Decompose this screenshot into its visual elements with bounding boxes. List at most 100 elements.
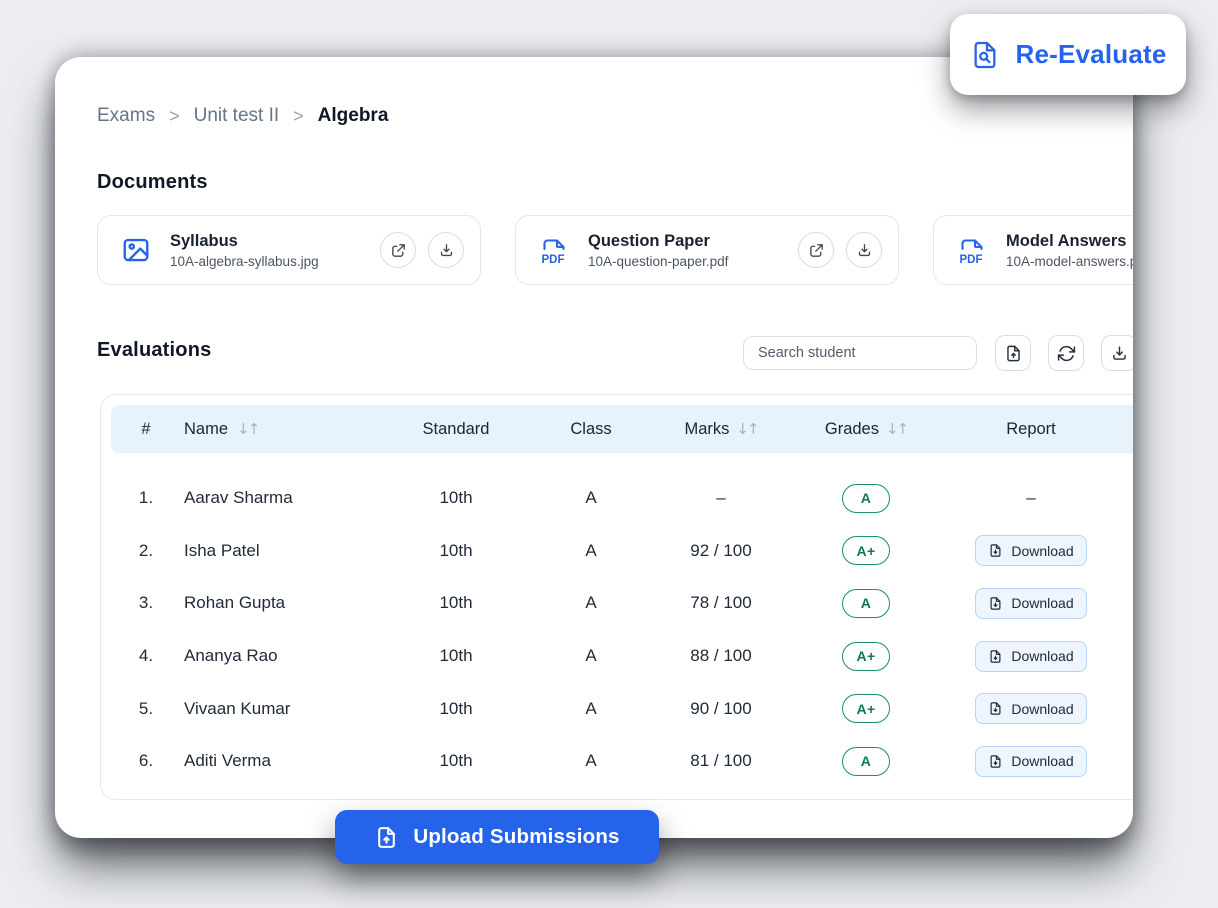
cell-marks: 88 / 100 <box>651 646 791 666</box>
column-header-index: # <box>111 420 181 439</box>
cell-marks: 90 / 100 <box>651 699 791 719</box>
download-report-label: Download <box>1011 701 1073 717</box>
column-header-standard: Standard <box>381 420 531 439</box>
chevron-right-icon: > <box>169 106 180 127</box>
grade-badge: A+ <box>842 536 890 565</box>
upload-file-button[interactable] <box>995 335 1031 371</box>
cell-class: A <box>531 488 651 508</box>
column-header-marks[interactable]: Marks ↓↑ <box>651 420 791 439</box>
external-link-icon <box>808 242 825 259</box>
cell-name: Rohan Gupta <box>181 593 381 613</box>
open-document-button[interactable] <box>380 232 416 268</box>
evaluations-section-title: Evaluations <box>97 339 211 362</box>
document-actions <box>798 232 882 268</box>
cell-class: A <box>531 541 651 561</box>
refresh-button[interactable] <box>1048 335 1084 371</box>
cell-marks: 92 / 100 <box>651 541 791 561</box>
document-meta: Model Answers 10A-model-answers.pdf <box>1006 232 1133 269</box>
table-row: 3. Rohan Gupta 10th A 78 / 100 A <box>111 577 1133 630</box>
table-row: 4. Ananya Rao 10th A 88 / 100 A+ <box>111 630 1133 683</box>
upload-submissions-button[interactable]: Upload Submissions <box>335 810 659 864</box>
cell-index: 6. <box>111 751 181 771</box>
cell-standard: 10th <box>381 541 531 561</box>
breadcrumb: Exams > Unit test II > Algebra <box>97 105 388 127</box>
grade-badge: A <box>842 589 890 618</box>
cell-standard: 10th <box>381 646 531 666</box>
cell-index: 5. <box>111 699 181 719</box>
document-search-icon <box>969 39 1001 71</box>
sort-arrows-icon[interactable]: ↓↑ <box>237 420 258 438</box>
cell-marks: – <box>651 488 791 508</box>
documents-section-title: Documents <box>97 171 208 194</box>
column-header-grades[interactable]: Grades ↓↑ <box>791 420 941 439</box>
sort-arrows-icon[interactable]: ↓↑ <box>886 420 907 438</box>
table-row: 5. Vivaan Kumar 10th A 90 / 100 A+ <box>111 682 1133 735</box>
cell-report-empty: – <box>1026 488 1035 508</box>
download-icon <box>856 242 873 259</box>
evaluations-table: # Name ↓↑ Standard Class Marks ↓↑ Grades… <box>100 394 1133 800</box>
download-report-all-button[interactable] <box>1101 335 1133 371</box>
breadcrumb-exams[interactable]: Exams <box>97 105 155 127</box>
download-report-label: Download <box>1011 753 1073 769</box>
document-card-model-answers: PDF Model Answers 10A-model-answers.pdf <box>933 215 1133 285</box>
document-meta: Question Paper 10A-question-paper.pdf <box>588 232 788 269</box>
sort-arrows-icon[interactable]: ↓↑ <box>736 420 757 438</box>
download-report-button[interactable]: Download <box>975 693 1086 724</box>
cell-standard: 10th <box>381 751 531 771</box>
grade-badge: A+ <box>842 694 890 723</box>
upload-submissions-label: Upload Submissions <box>413 825 619 849</box>
pdf-file-icon: PDF <box>538 234 570 266</box>
external-link-icon <box>390 242 407 259</box>
column-header-name[interactable]: Name ↓↑ <box>181 420 381 439</box>
column-header-label: Marks <box>684 420 729 439</box>
svg-text:PDF: PDF <box>542 254 565 266</box>
page-background: Exams > Unit test II > Algebra Documents… <box>0 0 1218 908</box>
re-evaluate-label: Re-Evaluate <box>1015 39 1166 70</box>
table-header-row: # Name ↓↑ Standard Class Marks ↓↑ Grades… <box>111 405 1133 453</box>
table-body: 1. Aarav Sharma 10th A – A – 2. Isha Pat… <box>111 472 1133 788</box>
file-download-icon <box>988 543 1003 558</box>
column-header-label: Grades <box>825 420 879 439</box>
documents-card-row: Syllabus 10A-algebra-syllabus.jpg <box>97 215 1133 285</box>
document-actions <box>380 232 464 268</box>
file-download-icon <box>988 754 1003 769</box>
document-card-question-paper: PDF Question Paper 10A-question-paper.pd… <box>515 215 899 285</box>
download-report-label: Download <box>1011 595 1073 611</box>
column-header-label: Name <box>184 420 228 439</box>
open-document-button[interactable] <box>798 232 834 268</box>
download-report-button[interactable]: Download <box>975 641 1086 672</box>
cell-name: Ananya Rao <box>181 646 381 666</box>
document-title: Syllabus <box>170 232 370 251</box>
file-download-icon <box>988 649 1003 664</box>
svg-text:PDF: PDF <box>960 254 983 266</box>
download-report-label: Download <box>1011 543 1073 559</box>
cell-class: A <box>531 699 651 719</box>
file-download-icon <box>988 701 1003 716</box>
breadcrumb-unit-test[interactable]: Unit test II <box>194 105 280 127</box>
table-row: 2. Isha Patel 10th A 92 / 100 A+ <box>111 525 1133 578</box>
search-student-input[interactable] <box>743 336 977 370</box>
chevron-right-icon: > <box>293 106 304 127</box>
cell-marks: 78 / 100 <box>651 593 791 613</box>
document-filename: 10A-algebra-syllabus.jpg <box>170 254 370 269</box>
download-document-button[interactable] <box>846 232 882 268</box>
breadcrumb-algebra: Algebra <box>318 105 389 127</box>
cell-name: Isha Patel <box>181 541 381 561</box>
refresh-icon <box>1057 344 1076 363</box>
cell-name: Aarav Sharma <box>181 488 381 508</box>
cell-standard: 10th <box>381 699 531 719</box>
document-title: Question Paper <box>588 232 788 251</box>
column-header-class: Class <box>531 420 651 439</box>
download-report-button[interactable]: Download <box>975 588 1086 619</box>
download-report-button[interactable]: Download <box>975 746 1086 777</box>
grade-badge: A <box>842 747 890 776</box>
download-document-button[interactable] <box>428 232 464 268</box>
cell-index: 1. <box>111 488 181 508</box>
cell-class: A <box>531 593 651 613</box>
re-evaluate-button[interactable]: Re-Evaluate <box>950 14 1186 95</box>
document-filename: 10A-model-answers.pdf <box>1006 254 1133 269</box>
download-report-button[interactable]: Download <box>975 535 1086 566</box>
cell-name: Vivaan Kumar <box>181 699 381 719</box>
cell-class: A <box>531 751 651 771</box>
table-row: 6. Aditi Verma 10th A 81 / 100 A <box>111 735 1133 788</box>
